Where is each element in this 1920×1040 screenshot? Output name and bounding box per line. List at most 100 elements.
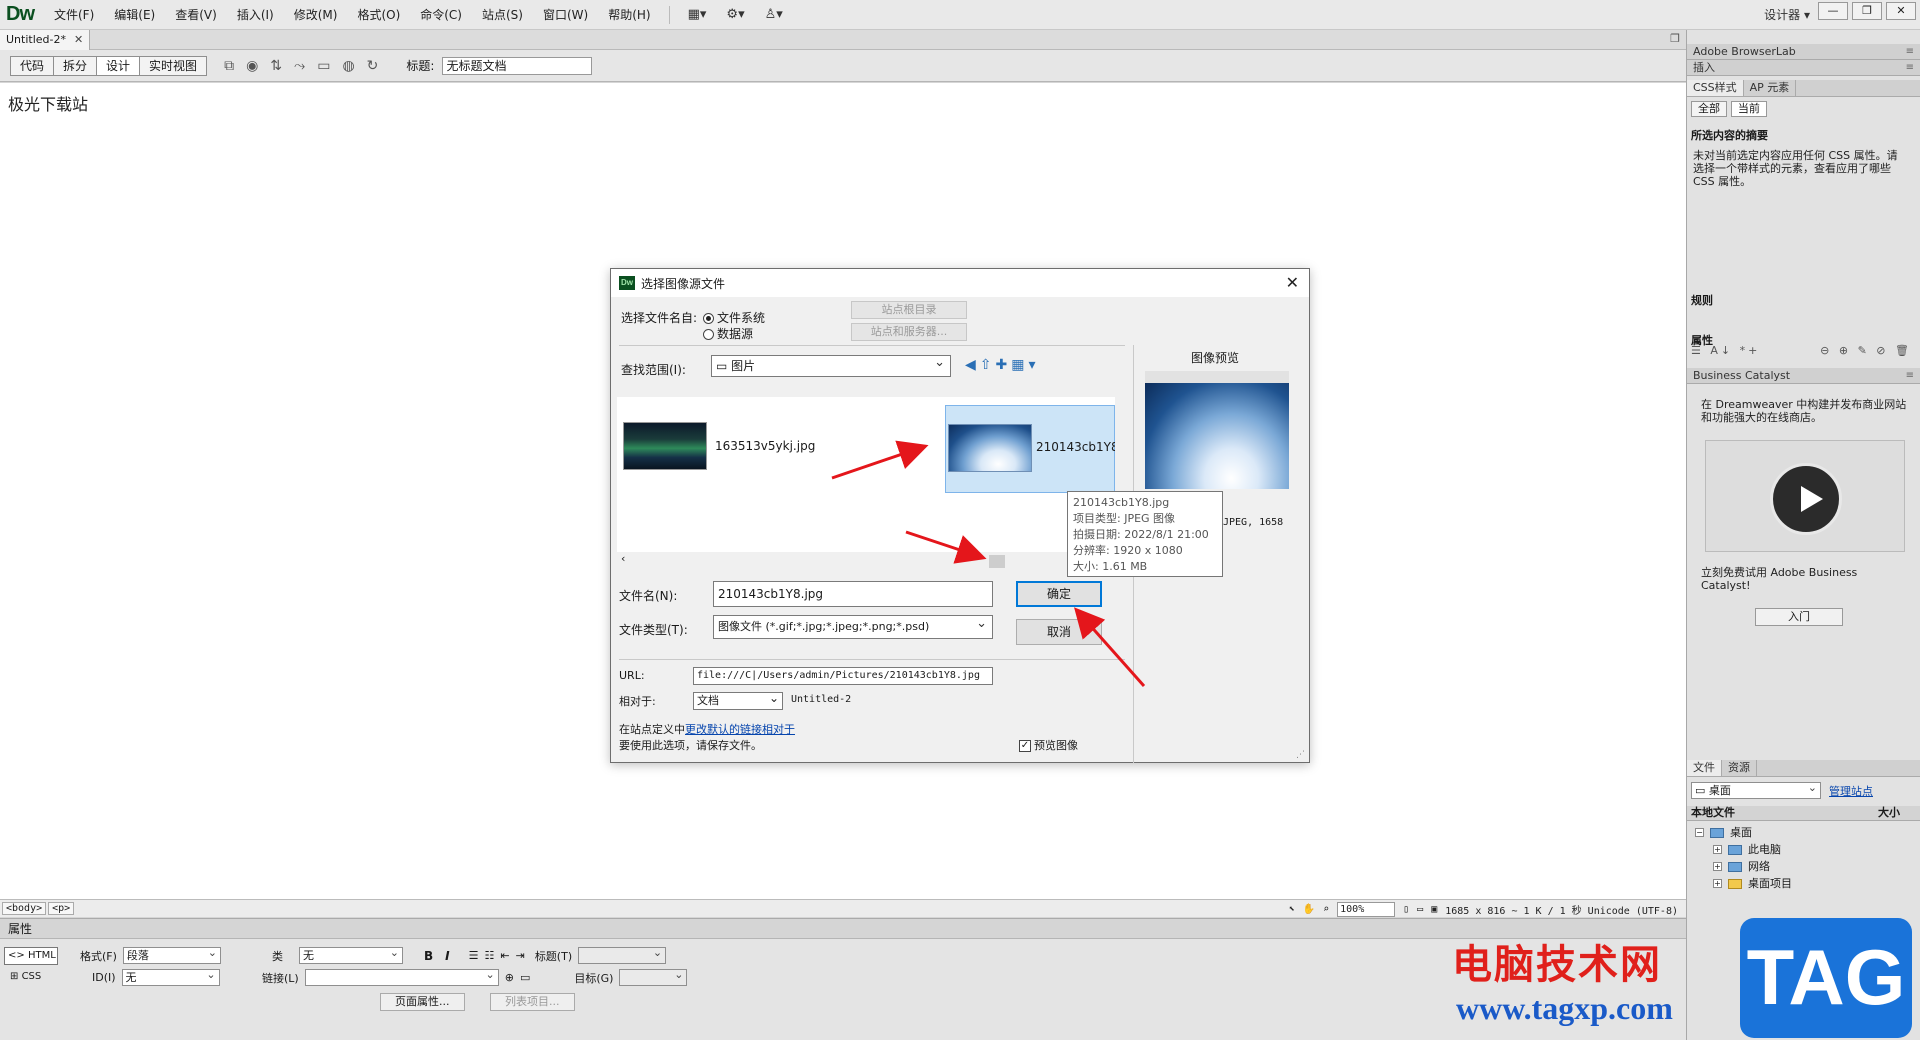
inspect-icon[interactable]: ⤳ (294, 58, 305, 74)
validate-icon[interactable]: ◍ (342, 58, 354, 74)
format-select[interactable]: 段落 (122, 945, 221, 964)
preview-image-checkbox[interactable]: ✓ 预览图像 (1019, 737, 1078, 753)
zoom-select[interactable]: 100% (1337, 901, 1396, 917)
tab-files[interactable]: 文件 (1687, 760, 1722, 776)
layout-icon[interactable]: ▦▾ (678, 7, 717, 22)
menu-file[interactable]: 文件(F) (44, 0, 104, 30)
menu-view[interactable]: 查看(V) (165, 0, 227, 30)
bold-button[interactable]: B (421, 949, 436, 963)
url-input[interactable]: file:///C|/Users/admin/Pictures/210143cb… (693, 667, 993, 685)
italic-button[interactable]: I (442, 949, 452, 963)
scroll-left-icon[interactable]: ‹ (621, 552, 625, 565)
css-current-button[interactable]: 当前 (1730, 101, 1767, 117)
cancel-button[interactable]: 取消 (1016, 619, 1102, 645)
manage-sites-link[interactable]: 管理站点 (1829, 783, 1873, 799)
menu-insert[interactable]: 插入(I) (227, 0, 284, 30)
site-root-button[interactable]: 站点根目录 (851, 301, 967, 319)
close-tab-icon[interactable]: ✕ (74, 30, 83, 50)
radio-file-system[interactable]: 文件系统 (703, 309, 765, 326)
minimize-button[interactable]: — (1818, 2, 1848, 20)
relative-to-select[interactable]: 文档 (693, 690, 783, 710)
live-view-button[interactable]: 实时视图 (139, 55, 208, 76)
property-action-icons[interactable]: ⊖ ⊕ ✎ ⊘ 🗑 (1820, 344, 1912, 357)
dialog-close-icon[interactable]: ✕ (1286, 273, 1299, 292)
split-view-button[interactable]: 拆分 (53, 55, 98, 76)
indent-icon[interactable]: ⇥ (516, 949, 525, 962)
css-all-button[interactable]: 全部 (1691, 101, 1727, 117)
close-window-button[interactable]: ✕ (1886, 2, 1916, 20)
menu-window[interactable]: 窗口(W) (533, 0, 598, 30)
aurora-thumbnail[interactable] (623, 422, 707, 470)
menu-modify[interactable]: 修改(M) (284, 0, 348, 30)
gear-icon[interactable]: ⚙▾ (716, 7, 754, 22)
html-mode-button[interactable]: <> HTML (4, 947, 58, 965)
title-input[interactable]: 无标题文档 (442, 56, 593, 75)
scrollbar-thumb[interactable] (989, 555, 1005, 568)
bc-enter-button[interactable]: 入门 (1755, 608, 1843, 626)
business-catalyst-header[interactable]: Business Catalyst ≡ (1687, 368, 1920, 384)
page-properties-button[interactable]: 页面属性... (380, 993, 465, 1011)
tab-ap-elements[interactable]: AP 元素 (1744, 80, 1797, 96)
insert-header[interactable]: 插入 ≡ (1687, 60, 1920, 76)
menu-edit[interactable]: 编辑(E) (104, 0, 165, 30)
change-default-link[interactable]: 更改默认的链接相对于 (685, 723, 795, 736)
tag-selector-body[interactable]: <body> (2, 902, 47, 915)
up-folder-icon[interactable]: ⇧ (980, 357, 996, 373)
point-to-file-icon[interactable]: ⊕ (505, 971, 514, 984)
canvas-text[interactable]: 极光下载站 (8, 91, 88, 115)
tag-selector-p[interactable]: <p> (48, 902, 75, 915)
unordered-list-icon[interactable]: ☰ (469, 949, 479, 962)
refresh-icon[interactable]: ↻ (367, 58, 379, 74)
selected-file-item[interactable]: 210143cb1Y8 (945, 405, 1115, 493)
multiscreen-icon[interactable]: ⧉ (224, 58, 234, 74)
resize-grip-icon[interactable]: ⋰ (1296, 750, 1305, 760)
size-col[interactable]: 大小 (1878, 806, 1900, 820)
menu-help[interactable]: 帮助(H) (598, 0, 660, 30)
menu-site[interactable]: 站点(S) (472, 0, 533, 30)
tree-item[interactable]: − 桌面 (1687, 824, 1920, 841)
id-select[interactable]: 无 (121, 967, 220, 986)
play-icon[interactable] (1770, 463, 1842, 535)
bc-video-thumbnail[interactable] (1705, 440, 1905, 552)
document-tab[interactable]: Untitled-2* ✕ (0, 30, 91, 50)
class-select[interactable]: 无 (299, 945, 403, 964)
file-list[interactable]: 163513v5ykj.jpg 210143cb1Y8 (617, 397, 1115, 552)
panel-menu-icon[interactable]: ≡ (1906, 368, 1914, 383)
zoom-tool-icon[interactable]: ⌕ (1323, 904, 1329, 915)
outdent-icon[interactable]: ⇤ (500, 949, 509, 962)
filename-input[interactable]: 210143cb1Y8.jpg (713, 581, 993, 607)
menu-commands[interactable]: 命令(C) (410, 0, 472, 30)
tree-item[interactable]: + 桌面项目 (1687, 875, 1920, 892)
workspace-switcher[interactable]: 设计器 ▾ (1764, 0, 1810, 30)
filetype-select[interactable]: 图像文件 (*.gif;*.jpg;*.jpeg;*.png;*.psd) (713, 613, 993, 639)
css-mode-button[interactable]: ⊞ CSS (4, 969, 58, 987)
code-view-button[interactable]: 代码 (10, 55, 55, 76)
window-size-icon-2[interactable]: ▭ (1417, 904, 1423, 915)
local-files-col[interactable]: 本地文件 (1687, 806, 1735, 819)
file-management-icon[interactable]: ⇅ (270, 58, 282, 74)
visual-aids-icon[interactable]: ▭ (317, 58, 330, 74)
radio-data-source[interactable]: 数据源 (703, 325, 753, 342)
file-name-2[interactable]: 210143cb1Y8 (1036, 440, 1115, 454)
tab-css-styles[interactable]: CSS样式 (1687, 80, 1744, 96)
tree-item[interactable]: + 网络 (1687, 858, 1920, 875)
file-name-1[interactable]: 163513v5ykj.jpg (715, 439, 815, 453)
ok-button[interactable]: 确定 (1016, 581, 1102, 607)
link-input[interactable] (304, 967, 499, 986)
expand-icon[interactable]: + (1713, 862, 1722, 871)
extensions-icon[interactable]: ♙▾ (755, 7, 793, 22)
list-item-button[interactable]: 列表项目... (490, 993, 575, 1011)
panel-menu-icon[interactable]: ≡ (1906, 44, 1914, 59)
preview-browser-icon[interactable]: ◉ (246, 58, 258, 74)
ordered-list-icon[interactable]: ☷ (485, 949, 495, 962)
restore-doc-icon[interactable]: ❐ (1670, 32, 1680, 45)
browse-folder-icon[interactable]: ▭ (520, 971, 530, 984)
collapse-icon[interactable]: − (1695, 828, 1704, 837)
monitor-icon[interactable]: ▣ (1431, 904, 1437, 915)
target-select[interactable] (619, 967, 688, 986)
restore-button[interactable]: ❐ (1852, 2, 1882, 20)
tab-assets[interactable]: 资源 (1722, 760, 1757, 776)
look-in-select[interactable]: ▭ 图片 (711, 353, 951, 377)
select-tool-icon[interactable]: ⬉ (1289, 904, 1295, 915)
expand-icon[interactable]: + (1713, 845, 1722, 854)
